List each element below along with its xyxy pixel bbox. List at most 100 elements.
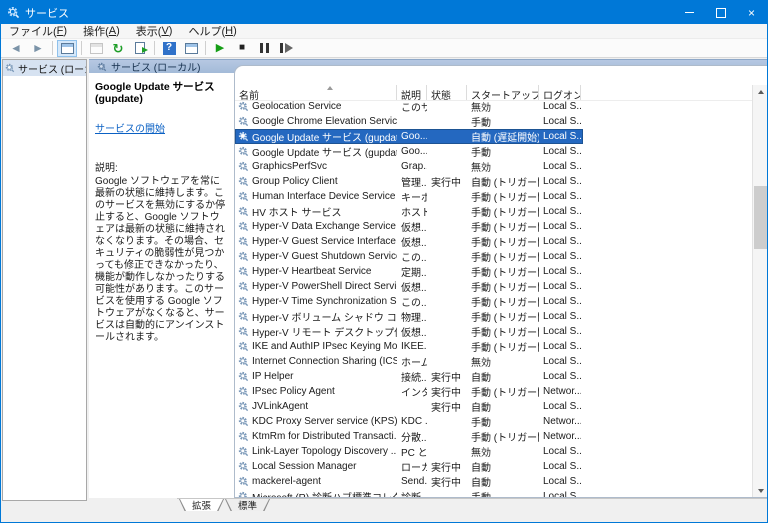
service-startup-type: 自動 (遅延開始) xyxy=(467,129,539,144)
service-row[interactable]: KDC Proxy Server service (KPS)KDC ...手動N… xyxy=(235,414,752,429)
forward-arrow-icon: ► xyxy=(32,42,44,54)
service-row[interactable]: Hyper-V Guest Service Interface仮想...手動 (… xyxy=(235,234,752,249)
service-name: JVLinkAgent xyxy=(252,401,397,412)
back-arrow-icon: ◄ xyxy=(10,42,22,54)
service-row[interactable]: Link-Layer Topology Discovery ...PC と...… xyxy=(235,444,752,459)
service-name: IKE and AuthIP IPsec Keying Mo... xyxy=(252,341,397,352)
service-row[interactable]: GraphicsPerfSvcGrap...無効Local S... xyxy=(235,159,752,174)
action-pane-window-icon xyxy=(185,43,198,54)
back-button[interactable]: ◄ xyxy=(6,40,26,57)
service-name: Local Session Manager xyxy=(252,461,397,472)
tree-item-services-local[interactable]: サービス (ローカル) xyxy=(3,60,86,76)
service-row[interactable]: HV ホスト サービスホスト...手動 (トリガー開始)Local S... xyxy=(235,204,752,219)
scroll-up-icon xyxy=(758,90,764,94)
service-logon-as: Local S... xyxy=(539,116,581,127)
service-row[interactable]: Google Update サービス (gupdate...Goo...手動Lo… xyxy=(235,144,752,159)
service-row[interactable]: Geolocation Serviceこのサ...無効Local S... xyxy=(235,99,752,114)
service-gear-icon xyxy=(238,206,249,217)
menu-item-view[interactable]: 表示(V) xyxy=(128,24,181,38)
refresh-icon: ↻ xyxy=(113,42,124,55)
service-row[interactable]: Google Update サービス (gupdate)Goo...自動 (遅延… xyxy=(235,129,583,144)
export-list-button[interactable] xyxy=(130,40,150,57)
service-row[interactable]: IP Helper接続...実行中自動Local S... xyxy=(235,369,752,384)
service-description-cell: 分散... xyxy=(397,429,427,444)
service-row[interactable]: Google Chrome Elevation Servic...手動Local… xyxy=(235,114,752,129)
menu-item-help[interactable]: ヘルプ(H) xyxy=(180,24,244,38)
menu-item-action[interactable]: 操作(A) xyxy=(75,24,128,38)
tab-label: 拡張 xyxy=(180,499,223,511)
service-row[interactable]: Local Session Managerローカ...実行中自動Local S.… xyxy=(235,459,752,474)
title-bar: サービス × xyxy=(1,1,767,24)
service-row[interactable]: Hyper-V リモート デスクトップ仮想化...仮想...手動 (トリガー開始… xyxy=(235,324,752,339)
service-gear-icon xyxy=(238,281,249,292)
toolbar-separator xyxy=(205,41,206,55)
help-button[interactable]: ? xyxy=(159,40,179,57)
service-description-cell: Goo... xyxy=(397,146,427,157)
service-row[interactable]: Group Policy Client管理...実行中自動 (トリガー開始)Lo… xyxy=(235,174,752,189)
service-row[interactable]: Hyper-V Data Exchange Service仮想...手動 (トリ… xyxy=(235,219,752,234)
start-service-button[interactable]: ▶ xyxy=(210,40,230,57)
show-console-tree-button[interactable] xyxy=(57,40,77,57)
column-header-logon[interactable]: ログオン xyxy=(539,85,581,100)
service-logon-as: Local S... xyxy=(539,371,581,382)
view-tab-bar: 拡張標準 xyxy=(177,498,767,512)
service-description-cell: Send... xyxy=(397,476,427,487)
service-name: Human Interface Device Service xyxy=(252,191,397,202)
pause-service-button[interactable] xyxy=(254,40,274,57)
properties-button[interactable] xyxy=(86,40,106,57)
maximize-button[interactable] xyxy=(705,1,736,24)
service-status: 実行中 xyxy=(427,384,467,399)
start-service-link[interactable]: サービスの開始 xyxy=(95,120,165,135)
scroll-up-button[interactable] xyxy=(753,85,768,98)
service-description-cell: IKEE... xyxy=(397,341,427,352)
service-startup-type: 手動 (トリガー開始) xyxy=(467,339,539,354)
service-row[interactable]: JVLinkAgent実行中自動Local S... xyxy=(235,399,752,414)
service-name: Hyper-V Guest Service Interface xyxy=(252,236,397,247)
column-header-desc[interactable]: 説明 xyxy=(397,85,427,100)
service-row[interactable]: Hyper-V PowerShell Direct Service仮想...手動… xyxy=(235,279,752,294)
service-gear-icon xyxy=(238,176,249,187)
service-row[interactable]: mackerel-agentSend...実行中自動Local S... xyxy=(235,474,752,489)
refresh-button[interactable]: ↻ xyxy=(108,40,128,57)
tab-label: 標準 xyxy=(226,499,269,511)
minimize-button[interactable] xyxy=(674,1,705,24)
service-name: Google Update サービス (gupdate) xyxy=(252,129,397,144)
service-row[interactable]: IKE and AuthIP IPsec Keying Mo...IKEE...… xyxy=(235,339,752,354)
play-icon: ▶ xyxy=(216,43,224,54)
vertical-scrollbar[interactable] xyxy=(752,85,767,497)
service-row[interactable]: Internet Connection Sharing (ICS)ホーム...無… xyxy=(235,354,752,369)
pause-icon xyxy=(260,43,269,53)
scroll-down-icon xyxy=(758,489,764,493)
services-app-icon xyxy=(7,6,20,19)
service-description-cell: KDC ... xyxy=(397,416,427,427)
column-header-startup[interactable]: スタートアップの種類 xyxy=(467,85,539,100)
show-action-pane-button[interactable] xyxy=(181,40,201,57)
service-logon-as: Local S... xyxy=(539,356,581,367)
service-logon-as: Local S... xyxy=(539,296,581,307)
scroll-down-button[interactable] xyxy=(753,484,768,497)
stop-service-button[interactable]: ■ xyxy=(232,40,252,57)
restart-service-button[interactable] xyxy=(276,40,296,57)
service-gear-icon xyxy=(238,266,249,277)
service-row[interactable]: Hyper-V Heartbeat Service定期...手動 (トリガー開始… xyxy=(235,264,752,279)
scrollbar-thumb[interactable] xyxy=(754,186,767,249)
service-row[interactable]: Hyper-V Guest Shutdown Serviceこの...手動 (ト… xyxy=(235,249,752,264)
forward-button[interactable]: ► xyxy=(28,40,48,57)
service-logon-as: Local S... xyxy=(539,221,581,232)
service-logon-as: Local S... xyxy=(539,491,581,497)
close-button[interactable]: × xyxy=(736,1,767,24)
service-logon-as: Local S... xyxy=(539,476,581,487)
service-row[interactable]: Hyper-V ボリューム シャドウ コピー リ...物理...手動 (トリガー… xyxy=(235,309,752,324)
sort-ascending-icon xyxy=(327,85,334,90)
service-gear-icon xyxy=(238,131,249,142)
service-gear-icon xyxy=(238,251,249,262)
service-row[interactable]: Microsoft (R) 診断ハブ標準コレク...診断...手動Local S… xyxy=(235,489,752,497)
service-row[interactable]: Hyper-V Time Synchronization S...この...手動… xyxy=(235,294,752,309)
service-logon-as: Local S... xyxy=(539,446,581,457)
service-row[interactable]: IPsec Policy Agentインタ...実行中手動 (トリガー開始)Ne… xyxy=(235,384,752,399)
service-row[interactable]: Human Interface Device Serviceキーボ...手動 (… xyxy=(235,189,752,204)
menu-item-file[interactable]: ファイル(F) xyxy=(1,24,75,38)
service-row[interactable]: KtmRm for Distributed Transacti...分散...手… xyxy=(235,429,752,444)
column-header-name[interactable]: 名前 xyxy=(235,85,397,100)
column-header-status[interactable]: 状態 xyxy=(427,85,467,100)
